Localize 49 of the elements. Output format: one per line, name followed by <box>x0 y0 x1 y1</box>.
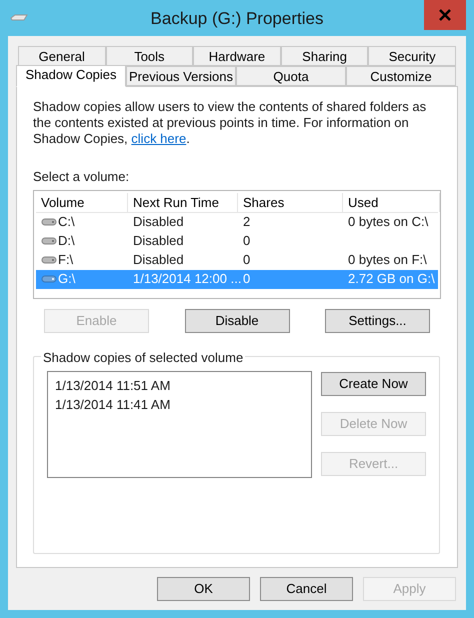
volume-label: Select a volume: <box>33 168 130 186</box>
volume-row[interactable]: F:\ Disabled 0 0 bytes on F:\ <box>36 250 438 270</box>
dialog-button[interactable]: Settings... <box>325 308 430 332</box>
close-icon <box>439 9 451 21</box>
table-cell-text: 0 <box>243 270 250 288</box>
column-header[interactable]: Volume <box>36 192 128 212</box>
table-cell-text: 2.72 GB on G:\ <box>348 270 435 288</box>
tab[interactable]: Sharing <box>280 46 368 66</box>
description-text: Shadow copies allow users to view the contents of shared folders as the contents existed at previous points in time. For information on Shadow Copies, click here. <box>33 99 428 147</box>
volume-row[interactable]: D:\ Disabled 0 <box>36 232 438 250</box>
help-link[interactable]: click here <box>131 131 186 146</box>
dialog-button[interactable]: OK <box>157 577 250 601</box>
dialog-button[interactable]: Disable <box>184 308 290 332</box>
tab[interactable]: Quota <box>236 66 346 86</box>
drive-icon <box>41 217 57 227</box>
close-button[interactable] <box>424 0 466 30</box>
table-cell-text: 1/13/2014 12:00 ... <box>133 270 242 288</box>
tab[interactable]: Security <box>368 46 456 66</box>
table-cell-text: D:\ <box>58 232 75 250</box>
table-cell-text: G:\ <box>58 270 76 288</box>
table-cell-text: Disabled <box>133 213 184 232</box>
table-cell-text: F:\ <box>58 251 74 270</box>
table-cell-text: Disabled <box>133 251 184 270</box>
table-cell-text: 0 bytes on F:\ <box>348 251 427 270</box>
table-cell-text: 0 <box>243 232 250 250</box>
tab[interactable]: General <box>18 46 106 66</box>
table-cell-text: Disabled <box>133 232 184 250</box>
tab[interactable]: Hardware <box>193 46 281 66</box>
column-header[interactable]: Next Run Time <box>128 192 238 212</box>
tab[interactable]: Customize <box>346 66 456 86</box>
tab[interactable]: Tools <box>106 46 194 66</box>
table-cell-text: 0 <box>243 251 250 270</box>
drive-icon <box>41 274 57 284</box>
drive-icon <box>10 14 28 22</box>
shadow-copy-item[interactable]: 1/13/2014 11:41 AM <box>55 394 304 414</box>
drive-icon <box>41 255 57 265</box>
tab[interactable]: Previous Versions <box>126 66 236 86</box>
shadow-copy-item[interactable]: 1/13/2014 11:51 AM <box>55 376 304 394</box>
table-cell-text: 0 bytes on C:\ <box>348 213 428 232</box>
column-header[interactable]: Shares <box>238 192 343 212</box>
table-cell-text: 2 <box>243 213 250 232</box>
window-title: Backup (G:) Properties <box>150 8 324 30</box>
tab[interactable]: Shadow Copies <box>16 65 126 87</box>
column-header[interactable]: Used <box>343 192 440 212</box>
drive-icon <box>41 236 57 246</box>
dialog-button[interactable]: Cancel <box>260 577 353 601</box>
volume-row[interactable]: C:\ Disabled 2 0 bytes on C:\ <box>36 212 438 232</box>
table-cell-text: C:\ <box>58 213 75 232</box>
dialog-button[interactable]: Create Now <box>321 372 426 396</box>
